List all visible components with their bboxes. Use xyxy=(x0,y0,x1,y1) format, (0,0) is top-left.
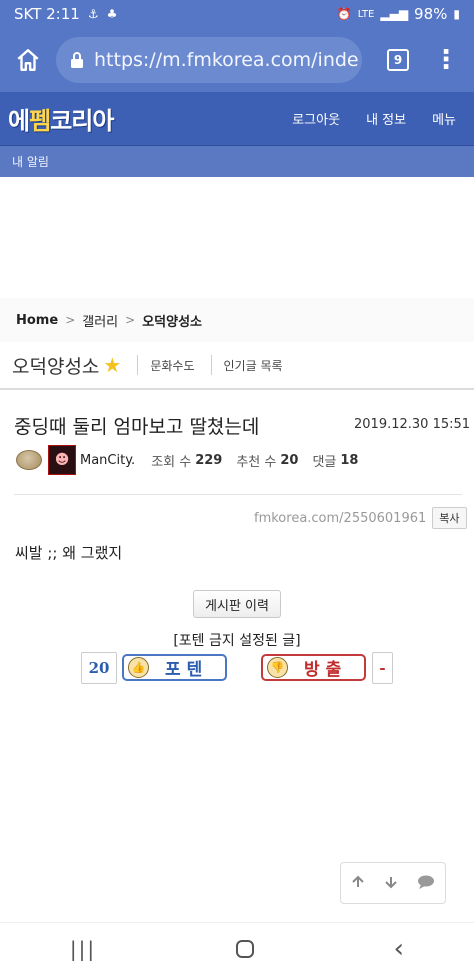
user-level-icon xyxy=(16,450,42,470)
thumbs-down-face-icon: 👎 xyxy=(267,657,288,678)
post-url-row: fmkorea.com/2550601961 복사 xyxy=(254,507,467,529)
chevron-right-icon: > xyxy=(65,313,76,327)
breadcrumb: Home > 갤러리 > 오덕양성소 xyxy=(0,298,474,342)
battery-level: 98% xyxy=(414,5,448,23)
post-body: 씨발 ;; 왜 그랬지 xyxy=(15,544,123,562)
browser-toolbar: https://m.fmkorea.com/inde 9 ⋮ xyxy=(0,28,474,92)
comments-count[interactable]: 18 xyxy=(340,453,358,468)
board-link-popular[interactable]: 인기글 목록 xyxy=(224,357,283,374)
breadcrumb-current[interactable]: 오덕양성소 xyxy=(142,311,202,330)
tab-switcher-button[interactable]: 9 xyxy=(370,28,426,92)
alert-label: 내 알림 xyxy=(12,155,49,169)
status-bar: SKT 2:11 ⚓ ♣ ⏰ LTE ▂▄▆ 98% ▮ xyxy=(0,0,474,28)
alarm-icon: ⏰ xyxy=(336,7,352,21)
recommend-count: 20 xyxy=(280,452,299,468)
comment-icon[interactable] xyxy=(417,874,435,893)
vote-row: 20 👍 포텐 👎 방출 - xyxy=(81,652,393,684)
browser-menu-button[interactable]: ⋮ xyxy=(426,28,466,92)
blank-banner-area xyxy=(0,177,474,297)
board-history-button[interactable]: 게시판 이력 xyxy=(193,590,281,618)
carrier-time: SKT 2:11 xyxy=(14,5,80,23)
post-date: 2019.12.30 15:51 xyxy=(354,417,471,432)
post-title: 중딩때 둘리 엄마보고 딸쳤는데 xyxy=(14,416,260,438)
board-link-culture[interactable]: 문화수도 xyxy=(150,357,194,374)
thumbs-up-face-icon: 👍 xyxy=(128,657,149,678)
upvote-count: 20 xyxy=(81,652,117,684)
star-icon[interactable]: ★ xyxy=(103,353,121,377)
notification-icon: ⚓ xyxy=(87,7,99,21)
chevron-right-icon: > xyxy=(125,313,136,327)
upvote-button[interactable]: 👍 포텐 xyxy=(122,654,227,681)
browser-home-button[interactable] xyxy=(0,28,56,92)
arrow-down-icon[interactable] xyxy=(384,874,398,893)
breadcrumb-home[interactable]: Home xyxy=(16,313,58,328)
recents-icon[interactable]: ||| xyxy=(70,937,96,961)
nav-menu[interactable]: 메뉴 xyxy=(432,109,456,128)
recommend-label: 추천 수 xyxy=(236,454,277,470)
downvote-label: 방출 xyxy=(304,660,348,680)
views-label: 조회 수 xyxy=(151,454,192,470)
board-title[interactable]: 오덕양성소 xyxy=(12,352,99,379)
nav-logout[interactable]: 로그아웃 xyxy=(292,109,340,128)
home-circle-icon[interactable] xyxy=(235,939,254,958)
url-field[interactable]: https://m.fmkorea.com/inde xyxy=(56,37,362,83)
post-meta: ☻ ManCity. 조회 수 229 추천 수 20 댓글 18 xyxy=(16,443,460,477)
signal-icon: ▂▄▆ xyxy=(380,7,409,21)
divider xyxy=(14,494,462,495)
divider xyxy=(137,355,139,375)
views-count: 229 xyxy=(195,452,223,468)
floating-toolbar xyxy=(340,862,446,904)
author-name[interactable]: ManCity. xyxy=(80,453,135,468)
divider xyxy=(210,355,212,375)
back-icon[interactable]: ‹ xyxy=(394,934,404,964)
copy-button[interactable]: 복사 xyxy=(432,507,467,529)
network-type: LTE xyxy=(357,8,375,20)
downvote-count: - xyxy=(372,652,393,684)
breadcrumb-gallery[interactable]: 갤러리 xyxy=(82,311,118,330)
site-header: 에펨코리아 로그아웃 내 정보 메뉴 xyxy=(0,92,474,146)
downvote-button[interactable]: 👎 방출 xyxy=(261,654,366,681)
url-text: https://m.fmkorea.com/inde xyxy=(94,49,359,71)
post-url[interactable]: fmkorea.com/2550601961 xyxy=(254,511,426,526)
comments-label: 댓글 xyxy=(312,454,337,470)
ban-notice: [포텐 금지 설정된 글] xyxy=(173,633,301,649)
tab-count: 9 xyxy=(387,49,409,71)
lock-icon xyxy=(70,51,84,69)
battery-icon: ▮ xyxy=(453,7,460,21)
arrow-up-icon[interactable] xyxy=(351,874,365,893)
game-icon: ♣ xyxy=(106,7,118,21)
site-nav: 로그아웃 내 정보 메뉴 xyxy=(292,109,474,128)
board-header: 오덕양성소 ★ 문화수도 인기글 목록 xyxy=(0,342,474,390)
upvote-label: 포텐 xyxy=(165,660,209,680)
avatar[interactable]: ☻ xyxy=(48,445,76,475)
android-nav-bar: ||| ‹ xyxy=(0,922,474,974)
home-icon xyxy=(17,49,39,71)
nav-my-info[interactable]: 내 정보 xyxy=(366,109,406,128)
site-logo[interactable]: 에펨코리아 xyxy=(8,101,114,136)
my-alerts-bar[interactable]: 내 알림 xyxy=(0,146,474,177)
